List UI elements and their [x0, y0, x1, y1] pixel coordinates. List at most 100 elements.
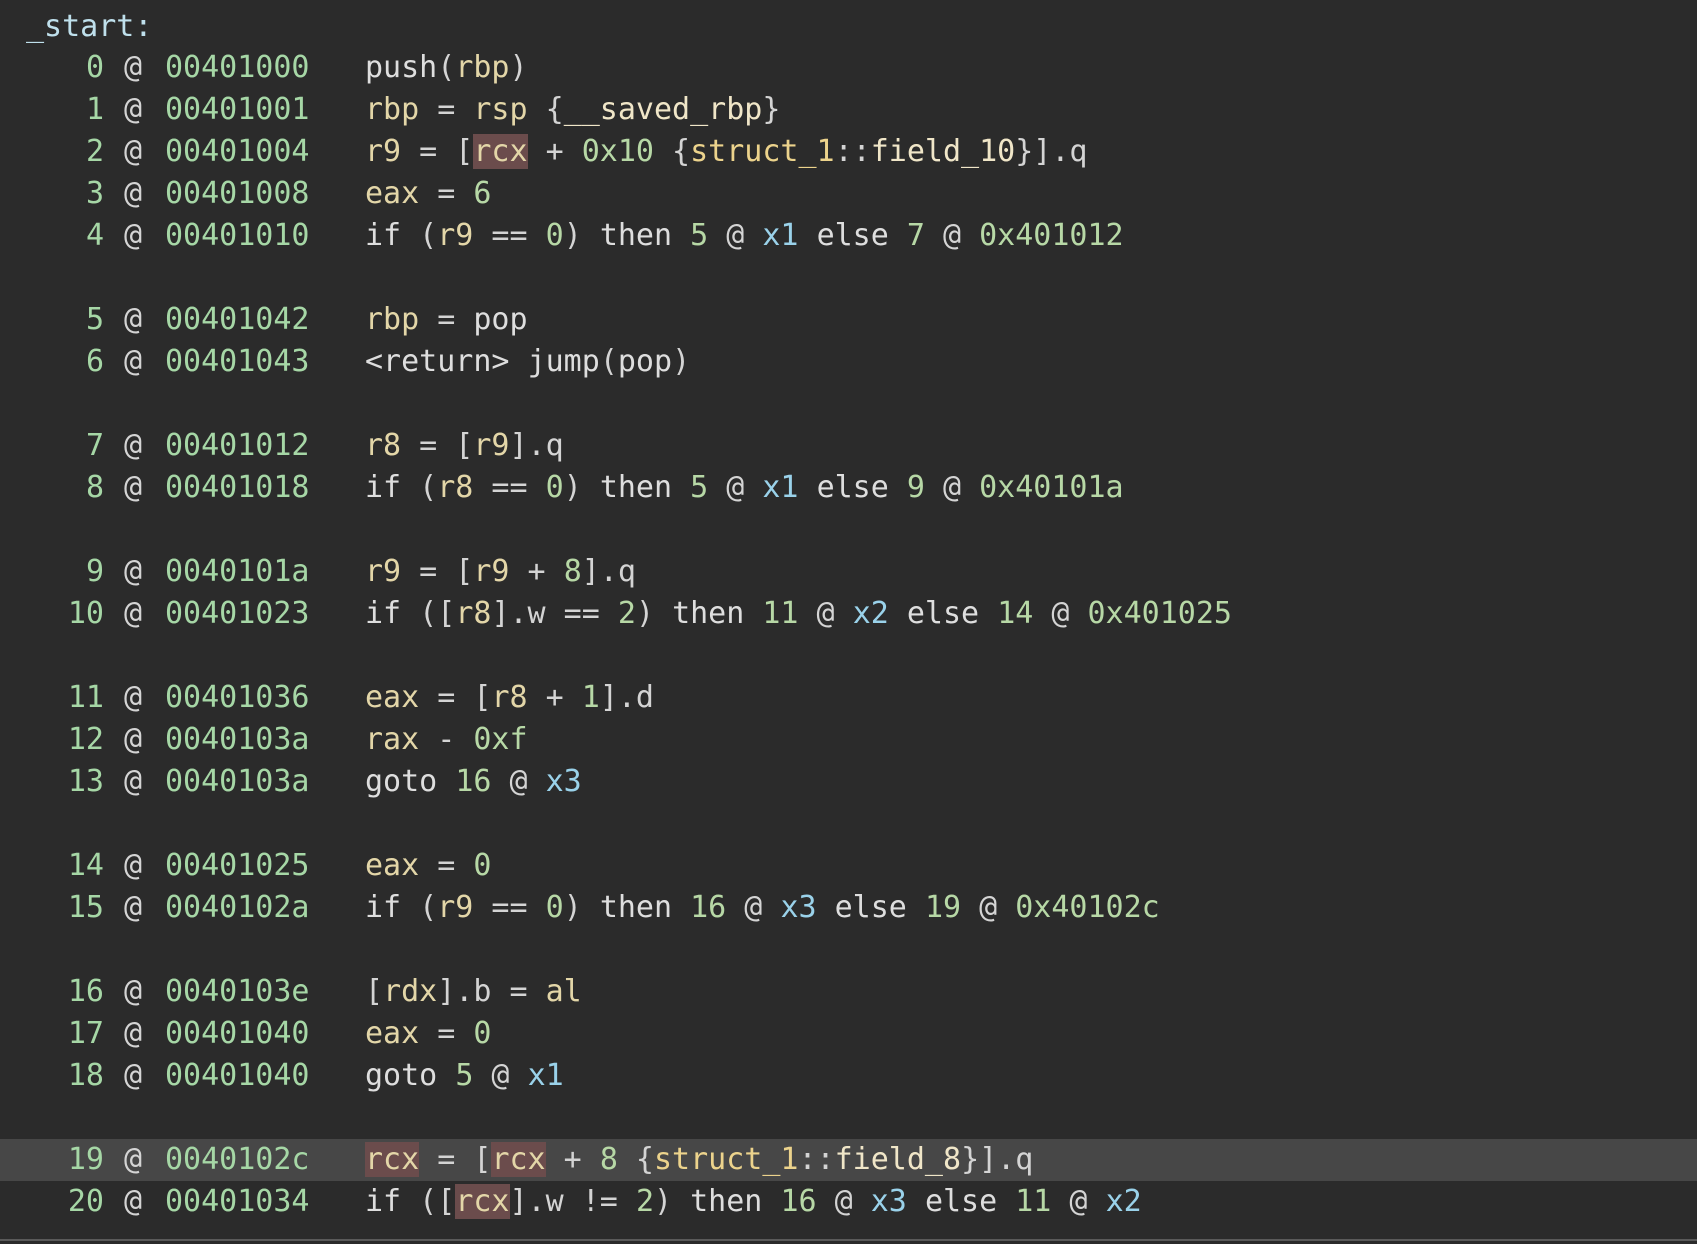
token-reg[interactable]: rcx: [365, 1142, 420, 1177]
token-op: [762, 1184, 780, 1219]
instruction-address[interactable]: 00401043: [165, 341, 310, 383]
token-num: 14: [997, 596, 1034, 631]
instruction-row[interactable]: 12 @0040103a rax - 0xf: [0, 719, 1697, 761]
instruction-address[interactable]: 00401000: [165, 47, 310, 89]
token-reg[interactable]: r8: [455, 596, 491, 631]
token-lbl[interactable]: x2: [853, 596, 889, 631]
il-listing-view[interactable]: _start: 0 @00401000 push(rbp) 1 @00401001 rbp…: [0, 0, 1697, 1244]
token-lbl[interactable]: x3: [546, 764, 582, 799]
token-reg[interactable]: rsp: [473, 92, 527, 127]
instruction-address[interactable]: 00401001: [165, 89, 310, 131]
instruction-row[interactable]: 3 @00401008 eax = 6: [0, 173, 1697, 215]
instruction-text: <return> jump(pop): [365, 341, 690, 383]
token-reg[interactable]: r9: [473, 428, 509, 463]
instruction-row[interactable]: 8 @00401018 if (r8 == 0) then 5 @ x1 else …: [0, 467, 1697, 509]
instruction-row[interactable]: 11 @00401036 eax = [r8 + 1].d: [0, 677, 1697, 719]
token-type[interactable]: struct_1: [690, 134, 835, 169]
function-label[interactable]: _start:: [26, 6, 152, 48]
instruction-address[interactable]: 00401040: [165, 1055, 310, 1097]
instruction-address[interactable]: 00401018: [165, 467, 310, 509]
token-lbl[interactable]: x2: [1106, 1184, 1142, 1219]
instruction-address[interactable]: 00401040: [165, 1013, 310, 1055]
token-op: = [: [401, 134, 474, 169]
token-reg[interactable]: r8: [365, 428, 401, 463]
instruction-row[interactable]: 20 @00401034 if ([rcx].w != 2) then 16 @ x…: [0, 1181, 1697, 1223]
token-reg[interactable]: rcx: [491, 1142, 546, 1177]
instruction-address[interactable]: 00401042: [165, 299, 310, 341]
instruction-address[interactable]: 00401008: [165, 173, 310, 215]
token-reg[interactable]: eax: [365, 848, 419, 883]
token-reg[interactable]: eax: [365, 680, 419, 715]
instruction-row[interactable]: 2 @00401004 r9 = [rcx + 0x10 {struct_1::fi…: [0, 131, 1697, 173]
instruction-address[interactable]: 0040103a: [165, 719, 310, 761]
instruction-address[interactable]: 00401004: [165, 131, 310, 173]
token-op: [510, 344, 528, 379]
instruction-row[interactable]: 14 @00401025 eax = 0: [0, 845, 1697, 887]
token-field[interactable]: __saved_rbp: [564, 92, 763, 127]
instruction-row[interactable]: 9 @0040101a r9 = [r9 + 8].q: [0, 551, 1697, 593]
token-reg[interactable]: rbp: [455, 50, 509, 85]
token-reg[interactable]: eax: [365, 176, 419, 211]
token-num: 8: [599, 1142, 618, 1177]
instruction-address[interactable]: 00401010: [165, 215, 310, 257]
instruction-address[interactable]: 00401034: [165, 1181, 310, 1223]
token-num: 16: [690, 890, 727, 925]
instruction-row[interactable]: 10 @00401023 if ([r8].w == 2) then 11 @ x2…: [0, 593, 1697, 635]
instruction-row[interactable]: 19 @0040102c rcx = [rcx + 8 {struct_1::fie…: [0, 1139, 1697, 1181]
token-lbl[interactable]: x1: [762, 470, 798, 505]
token-field[interactable]: field_10: [871, 134, 1016, 169]
instruction-row[interactable]: 5 @00401042 rbp = pop: [0, 299, 1697, 341]
token-reg[interactable]: rdx: [383, 974, 437, 1009]
token-op: =: [419, 92, 474, 127]
instruction-row[interactable]: 7 @00401012 r8 = [r9].q: [0, 425, 1697, 467]
token-reg[interactable]: eax: [365, 1016, 419, 1051]
instruction-row[interactable]: 6 @00401043 <return> jump(pop): [0, 341, 1697, 383]
instruction-address[interactable]: 0040103a: [165, 761, 310, 803]
token-reg[interactable]: r8: [491, 680, 527, 715]
token-lbl[interactable]: x1: [762, 218, 798, 253]
token-reg[interactable]: al: [546, 974, 582, 1009]
token-reg[interactable]: rcx: [473, 134, 528, 169]
instruction-address[interactable]: 0040102c: [165, 1139, 310, 1181]
token-op: ): [509, 50, 528, 85]
token-reg[interactable]: rbp: [365, 302, 419, 337]
instruction-index: 2: [85, 134, 104, 169]
token-lbl[interactable]: x1: [528, 1058, 564, 1093]
token-kw: then: [599, 470, 673, 505]
instruction-address[interactable]: 00401036: [165, 677, 310, 719]
instruction-row[interactable]: 0 @00401000 push(rbp): [0, 47, 1697, 89]
at-separator: @: [124, 1184, 143, 1219]
token-reg[interactable]: r9: [365, 554, 401, 589]
token-lbl[interactable]: x3: [780, 890, 816, 925]
instruction-row[interactable]: 13 @0040103a goto 16 @ x3: [0, 761, 1697, 803]
token-num: 5: [455, 1058, 474, 1093]
instruction-row[interactable]: 16 @0040103e [rdx].b = al: [0, 971, 1697, 1013]
instruction-address[interactable]: 0040103e: [165, 971, 310, 1013]
token-reg[interactable]: r9: [437, 218, 473, 253]
instruction-address[interactable]: 0040102a: [165, 887, 310, 929]
token-reg[interactable]: rbp: [365, 92, 419, 127]
token-reg[interactable]: r9: [365, 134, 401, 169]
instruction-address[interactable]: 00401025: [165, 845, 310, 887]
token-op: [672, 890, 690, 925]
token-reg[interactable]: rax: [365, 722, 419, 757]
token-type[interactable]: struct_1: [654, 1142, 799, 1177]
instruction-row[interactable]: 4 @00401010 if (r9 == 0) then 5 @ x1 else …: [0, 215, 1697, 257]
token-op: ].q: [581, 554, 636, 589]
token-lbl[interactable]: x3: [871, 1184, 907, 1219]
token-reg[interactable]: r8: [437, 470, 473, 505]
instruction-row[interactable]: 15 @0040102a if (r9 == 0) then 16 @ x3 els…: [0, 887, 1697, 929]
token-reg[interactable]: r9: [473, 554, 509, 589]
instruction-index: 15: [67, 890, 104, 925]
instruction-row[interactable]: 1 @00401001 rbp = rsp {__saved_rbp}: [0, 89, 1697, 131]
instruction-address[interactable]: 00401023: [165, 593, 310, 635]
instruction-address[interactable]: 0040101a: [165, 551, 310, 593]
token-field[interactable]: field_8: [835, 1142, 961, 1177]
instruction-row[interactable]: 17 @00401040 eax = 0: [0, 1013, 1697, 1055]
at-separator: @: [124, 176, 143, 211]
instruction-address[interactable]: 00401012: [165, 425, 310, 467]
token-reg[interactable]: r9: [437, 890, 473, 925]
instruction-row[interactable]: 18 @00401040 goto 5 @ x1: [0, 1055, 1697, 1097]
at-separator: @: [124, 596, 143, 631]
token-reg[interactable]: rcx: [455, 1184, 510, 1219]
